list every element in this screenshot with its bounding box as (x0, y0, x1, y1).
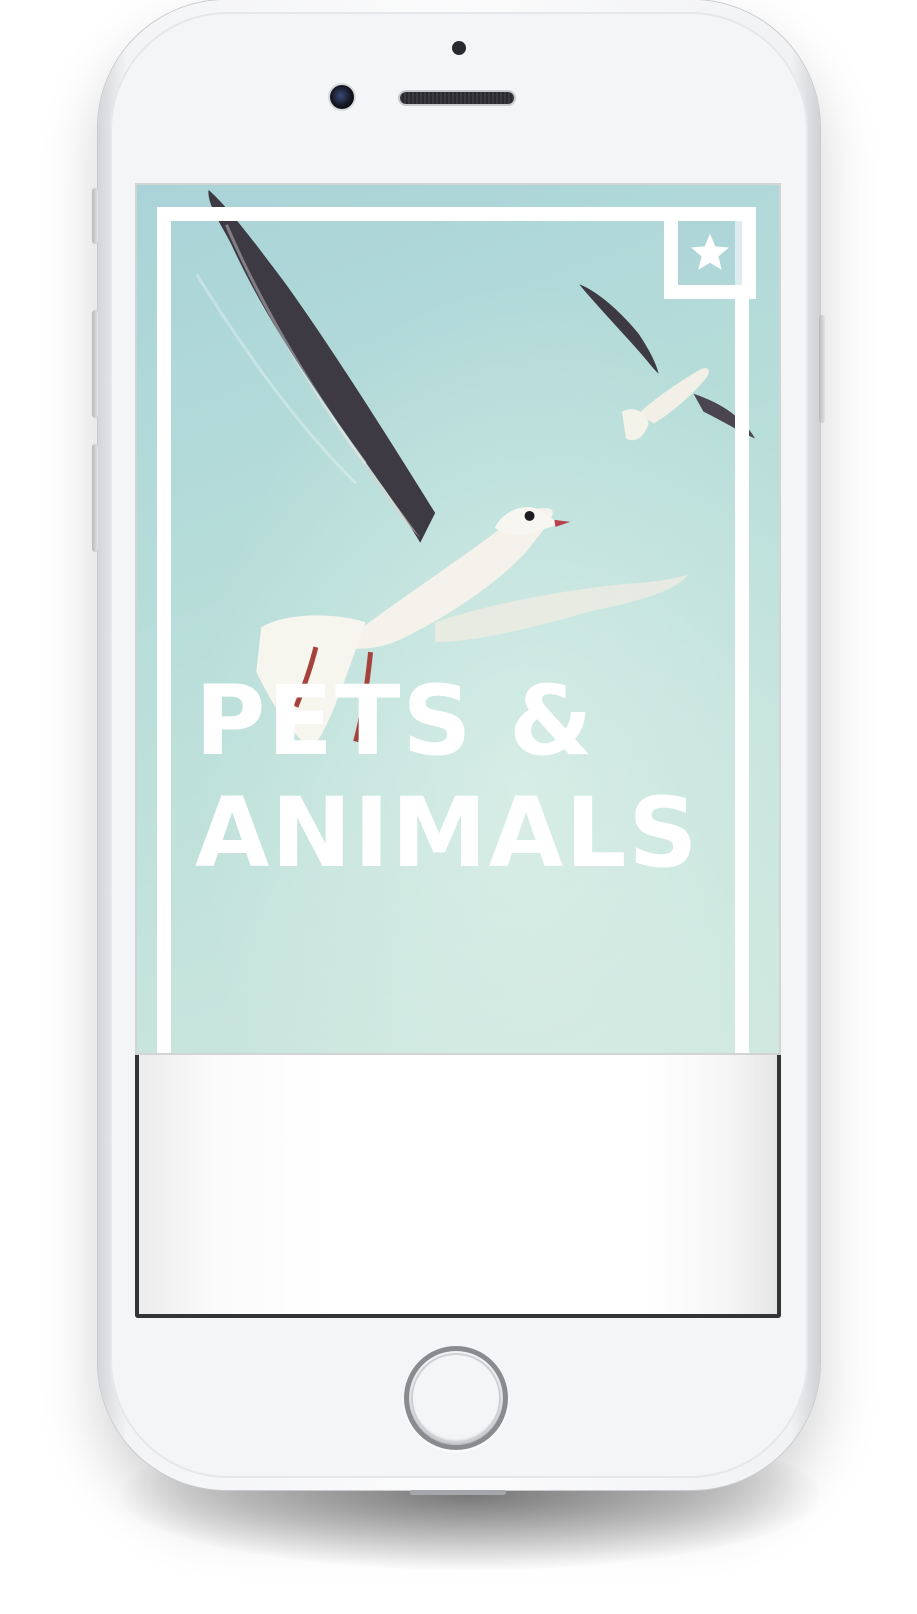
lightning-port (410, 1490, 506, 1495)
star-icon (691, 233, 729, 270)
power-button (819, 315, 825, 423)
stage: PETS & ANIMALS (0, 0, 917, 1614)
title-line-2: ANIMALS (195, 777, 700, 889)
mute-switch (92, 188, 98, 244)
category-card[interactable]: PETS & ANIMALS (135, 183, 781, 1055)
title-line-1: PETS & (195, 665, 595, 777)
phone-screen: PETS & ANIMALS (135, 183, 781, 1318)
earpiece-speaker (400, 92, 514, 104)
volume-down-button (92, 444, 98, 552)
volume-up-button (92, 310, 98, 418)
proximity-sensor (452, 41, 466, 55)
category-title: PETS & ANIMALS (195, 665, 715, 889)
home-button[interactable] (404, 1346, 508, 1450)
lower-content-panel (135, 1055, 781, 1318)
front-camera (330, 85, 354, 109)
card-frame (157, 207, 749, 1053)
favorite-button[interactable] (664, 207, 756, 299)
